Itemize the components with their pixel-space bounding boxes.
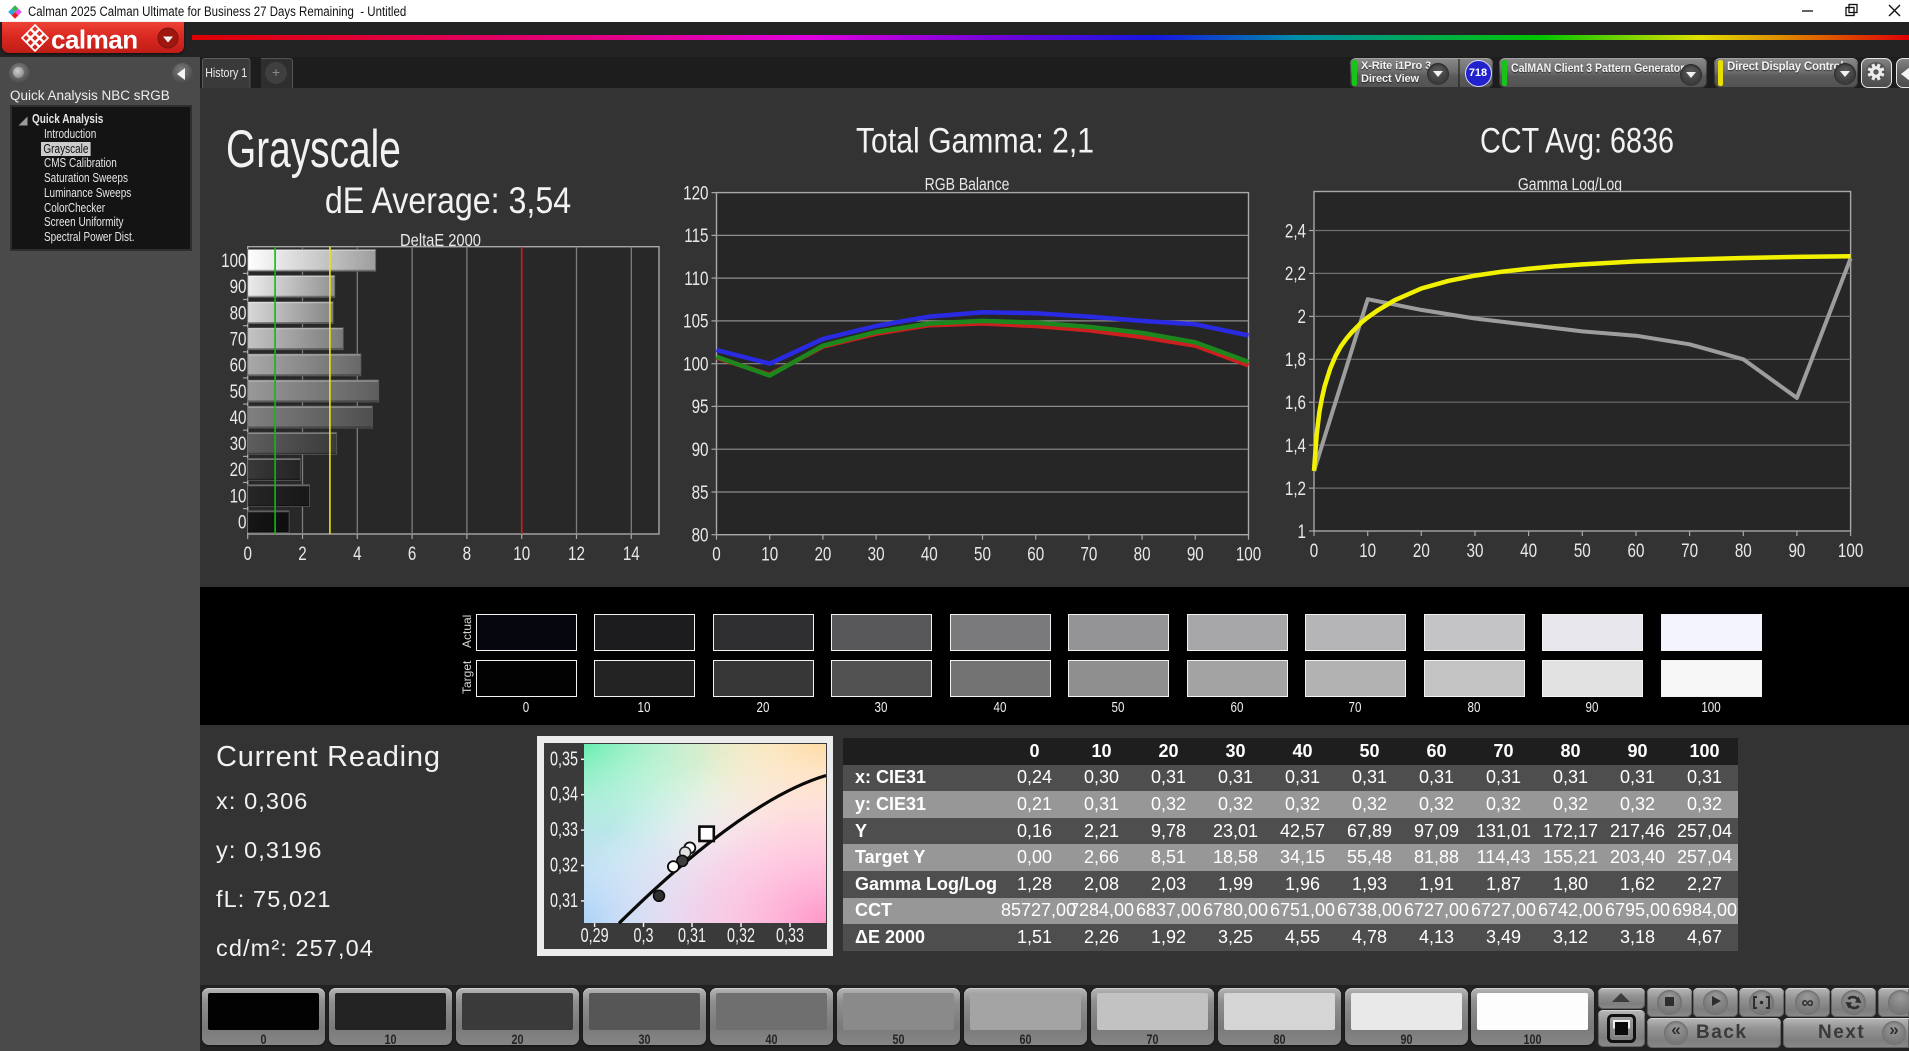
svg-text:100: 100 [683,353,709,375]
svg-text:60: 60 [1628,539,1645,561]
svg-text:30: 30 [1467,539,1484,561]
svg-text:20: 20 [814,543,831,565]
svg-text:120: 120 [683,182,709,204]
svg-text:0,32: 0,32 [550,853,578,876]
svg-text:85: 85 [692,481,709,503]
svg-text:30: 30 [868,543,885,565]
svg-text:10: 10 [230,485,247,507]
svg-text:1,6: 1,6 [1285,391,1306,413]
svg-text:8: 8 [463,542,471,564]
svg-text:50: 50 [1574,539,1591,561]
svg-text:20: 20 [230,458,247,480]
svg-text:20: 20 [1413,539,1430,561]
svg-text:0,33: 0,33 [776,924,804,947]
svg-text:50: 50 [974,543,991,565]
svg-text:60: 60 [1027,543,1044,565]
svg-text:90: 90 [692,438,709,460]
svg-text:10: 10 [761,543,778,565]
svg-text:0: 0 [238,511,247,533]
svg-text:90: 90 [230,275,247,297]
svg-text:0,3: 0,3 [634,924,654,947]
svg-text:2: 2 [298,542,306,564]
svg-text:105: 105 [683,310,708,332]
svg-text:14: 14 [623,542,640,564]
svg-text:calman: calman [51,25,138,54]
svg-text:0,31: 0,31 [550,889,578,912]
svg-text:1,4: 1,4 [1285,434,1306,456]
svg-text:0: 0 [243,542,252,564]
svg-text:4: 4 [353,542,362,564]
svg-text:0,35: 0,35 [550,747,578,770]
svg-text:2: 2 [1298,305,1306,327]
svg-text:1,8: 1,8 [1285,348,1306,370]
svg-text:80: 80 [692,524,709,546]
svg-text:dE Average: 3,54: dE Average: 3,54 [325,181,571,222]
svg-text:Total Gamma: 2,1: Total Gamma: 2,1 [856,120,1094,160]
svg-text:10: 10 [513,542,530,564]
svg-text:6: 6 [408,542,416,564]
svg-text:90: 90 [1788,539,1805,561]
svg-text:95: 95 [692,395,709,417]
svg-text:0,31: 0,31 [678,924,706,947]
svg-text:10: 10 [1359,539,1376,561]
svg-text:2,2: 2,2 [1285,262,1306,284]
svg-text:40: 40 [230,406,247,428]
svg-text:70: 70 [1080,543,1097,565]
svg-text:80: 80 [230,302,247,324]
svg-text:70: 70 [1681,539,1698,561]
svg-text:70: 70 [230,328,247,350]
svg-text:110: 110 [684,267,708,289]
svg-text:1,2: 1,2 [1285,477,1306,499]
svg-text:0,32: 0,32 [727,924,755,947]
svg-text:12: 12 [568,542,585,564]
svg-text:0,33: 0,33 [550,818,578,841]
svg-text:40: 40 [1520,539,1537,561]
svg-text:115: 115 [684,224,708,246]
svg-text:0,29: 0,29 [581,924,609,947]
svg-text:80: 80 [1735,539,1752,561]
svg-text:100: 100 [1838,539,1864,561]
svg-text:100: 100 [1236,543,1262,565]
svg-text:0,34: 0,34 [550,782,578,805]
svg-text:CCT Avg: 6836: CCT Avg: 6836 [1480,121,1674,161]
svg-text:50: 50 [230,380,247,402]
svg-text:Grayscale: Grayscale [226,119,401,178]
svg-text:80: 80 [1134,543,1151,565]
svg-text:RGB Balance: RGB Balance [925,176,1010,195]
svg-text:40: 40 [921,543,938,565]
svg-text:1: 1 [1298,520,1306,542]
svg-text:100: 100 [221,249,247,271]
svg-text:0: 0 [1310,539,1319,561]
svg-text:60: 60 [230,354,247,376]
svg-text:30: 30 [230,432,247,454]
svg-text:0: 0 [712,543,721,565]
svg-text:2,4: 2,4 [1285,219,1306,241]
svg-text:90: 90 [1187,543,1204,565]
svg-text:∞: ∞ [1801,993,1813,1012]
